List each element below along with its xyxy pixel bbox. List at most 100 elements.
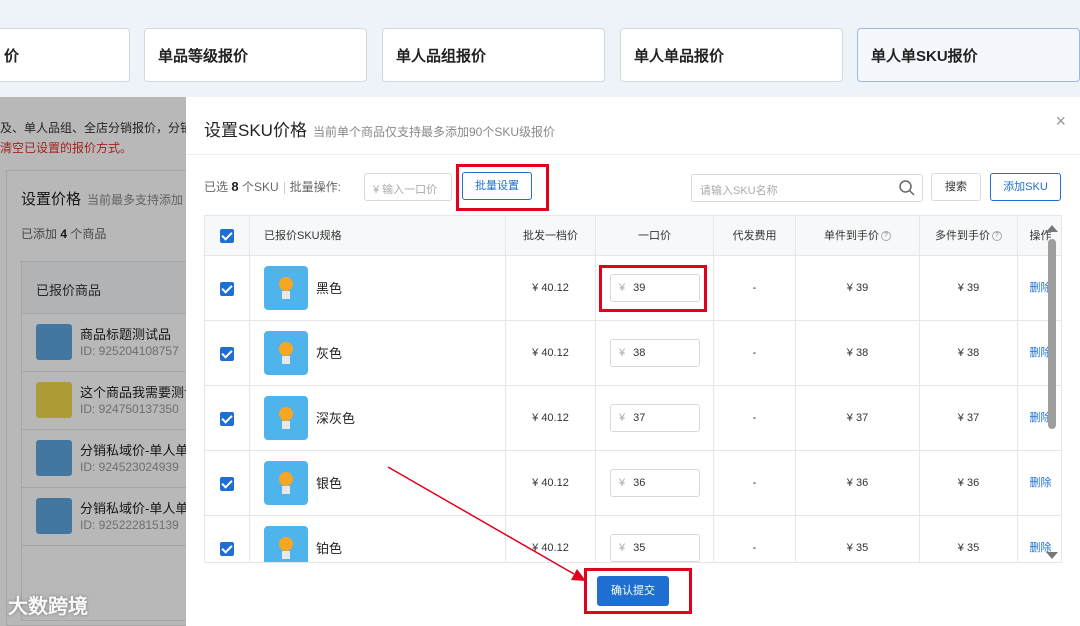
agent-fee: - <box>713 386 795 451</box>
single-price: ¥ 39 <box>795 256 919 321</box>
scroll-up-icon[interactable] <box>1046 225 1058 232</box>
col-agent-fee: 代发费用 <box>713 216 795 256</box>
select-all-checkbox[interactable] <box>220 229 234 243</box>
tab-partial[interactable]: 价 <box>0 28 130 82</box>
fixed-price-input[interactable]: ¥37 <box>610 404 700 432</box>
currency-symbol: ¥ <box>619 542 626 554</box>
wholesale-price: ¥ 40.12 <box>505 386 595 451</box>
col-fixed-price: 一口价 <box>595 216 713 256</box>
sku-name: 灰色 <box>316 346 343 361</box>
batch-label: 批量操作: <box>289 180 341 194</box>
agent-fee: - <box>713 451 795 516</box>
modal-backdrop[interactable] <box>0 97 186 626</box>
agent-fee: - <box>713 256 795 321</box>
sku-cell: 灰色 <box>249 321 505 386</box>
row-checkbox[interactable] <box>220 477 234 491</box>
multi-price: ¥ 38 <box>919 321 1017 386</box>
fixed-price-cell: ¥35 <box>595 516 713 562</box>
row-select-cell <box>205 451 249 516</box>
selection-summary: 已选 8 个SKU 批量操作: <box>204 178 341 195</box>
batch-price-input[interactable]: ¥ 输入一口价 <box>364 173 452 201</box>
help-icon[interactable]: ? <box>881 231 891 242</box>
tab-label: 单人单SKU报价 <box>871 47 978 65</box>
wholesale-price: ¥ 40.12 <box>505 516 595 562</box>
sku-thumbnail <box>264 266 308 310</box>
sku-name: 银色 <box>316 476 343 491</box>
sku-cell: 黑色 <box>249 256 505 321</box>
modal-title: 设置SKU价格 当前单个商品仅支持最多添加90个SKU级报价 <box>204 116 555 141</box>
multi-price: ¥ 35 <box>919 516 1017 562</box>
sku-name: 深灰色 <box>316 411 356 426</box>
currency-symbol: ¥ <box>619 477 626 489</box>
wholesale-price: ¥ 40.12 <box>505 321 595 386</box>
close-icon[interactable]: × <box>1055 111 1066 132</box>
tab-label: 单人品组报价 <box>396 47 487 65</box>
table-scrollbar[interactable] <box>1044 225 1058 565</box>
table-row: 银色 ¥ 40.12 ¥36 - ¥ 36 ¥ 36 删除 <box>205 451 1061 516</box>
selected-suffix: 个SKU <box>241 180 279 194</box>
sku-search-input[interactable]: 请输入SKU名称 <box>691 174 923 202</box>
tab-user-product[interactable]: 单人单品报价 <box>620 28 843 82</box>
row-checkbox[interactable] <box>220 347 234 361</box>
row-checkbox[interactable] <box>220 282 234 296</box>
fixed-price-input[interactable]: ¥35 <box>610 534 700 562</box>
multi-price: ¥ 37 <box>919 386 1017 451</box>
select-all-cell <box>205 216 249 256</box>
pricing-tabs: 价 单品等级报价 单人品组报价 单人单品报价 单人单SKU报价 <box>0 0 1080 97</box>
watermark-logo: 大数跨境 <box>8 596 88 618</box>
row-select-cell <box>205 321 249 386</box>
currency-symbol: ¥ <box>619 347 626 359</box>
single-price: ¥ 35 <box>795 516 919 562</box>
add-sku-button[interactable]: 添加SKU <box>990 173 1061 201</box>
tab-product-level[interactable]: 单品等级报价 <box>144 28 367 82</box>
col-single-price: 单件到手价? <box>795 216 919 256</box>
row-checkbox[interactable] <box>220 542 234 556</box>
tab-label: 价 <box>4 47 20 65</box>
selected-prefix: 已选 <box>204 180 229 194</box>
row-select-cell <box>205 386 249 451</box>
highlight-batch-set <box>456 164 549 211</box>
single-price: ¥ 38 <box>795 321 919 386</box>
sku-name: 黑色 <box>316 281 343 296</box>
fixed-price-input[interactable]: ¥36 <box>610 469 700 497</box>
sku-thumbnail <box>264 461 308 505</box>
col-multi-price: 多件到手价? <box>919 216 1017 256</box>
search-icon[interactable] <box>898 179 916 197</box>
search-placeholder: 请输入SKU名称 <box>700 185 778 197</box>
sku-thumbnail <box>264 396 308 440</box>
row-checkbox[interactable] <box>220 412 234 426</box>
tab-label: 单人单品报价 <box>634 47 725 65</box>
divider <box>186 154 1080 155</box>
table-header: 已报价SKU规格 批发一档价 一口价 代发费用 单件到手价? 多件到手价? 操作 <box>205 216 1061 256</box>
currency-symbol: ¥ <box>619 412 626 424</box>
agent-fee: - <box>713 321 795 386</box>
modal-title-text: 设置SKU价格 <box>204 121 307 140</box>
fixed-price-cell: ¥38 <box>595 321 713 386</box>
search-button[interactable]: 搜索 <box>931 173 981 201</box>
sku-cell: 银色 <box>249 451 505 516</box>
col-wholesale-price: 批发一档价 <box>505 216 595 256</box>
selected-count: 8 <box>231 179 239 194</box>
modal-subtitle: 当前单个商品仅支持最多添加90个SKU级报价 <box>312 125 555 139</box>
sku-thumbnail <box>264 526 308 562</box>
fixed-price-cell: ¥37 <box>595 386 713 451</box>
scroll-thumb[interactable] <box>1048 239 1056 429</box>
wholesale-price: ¥ 40.12 <box>505 256 595 321</box>
fixed-price-input[interactable]: ¥38 <box>610 339 700 367</box>
agent-fee: - <box>713 516 795 562</box>
tab-user-sku[interactable]: 单人单SKU报价 <box>857 28 1080 82</box>
table-row: 深灰色 ¥ 40.12 ¥37 - ¥ 37 ¥ 37 删除 <box>205 386 1061 451</box>
fixed-price-cell: ¥36 <box>595 451 713 516</box>
highlight-first-price <box>599 265 707 312</box>
scroll-down-icon[interactable] <box>1046 552 1058 559</box>
sku-thumbnail <box>264 331 308 375</box>
help-icon[interactable]: ? <box>992 231 1002 242</box>
table-row: 灰色 ¥ 40.12 ¥38 - ¥ 38 ¥ 38 删除 <box>205 321 1061 386</box>
wholesale-price: ¥ 40.12 <box>505 451 595 516</box>
single-price: ¥ 37 <box>795 386 919 451</box>
row-select-cell <box>205 256 249 321</box>
set-sku-price-modal: 设置SKU价格 当前单个商品仅支持最多添加90个SKU级报价 × 已选 8 个SK… <box>186 97 1080 626</box>
price-value: 36 <box>633 477 646 489</box>
tab-user-group[interactable]: 单人品组报价 <box>382 28 605 82</box>
price-value: 38 <box>633 347 646 359</box>
